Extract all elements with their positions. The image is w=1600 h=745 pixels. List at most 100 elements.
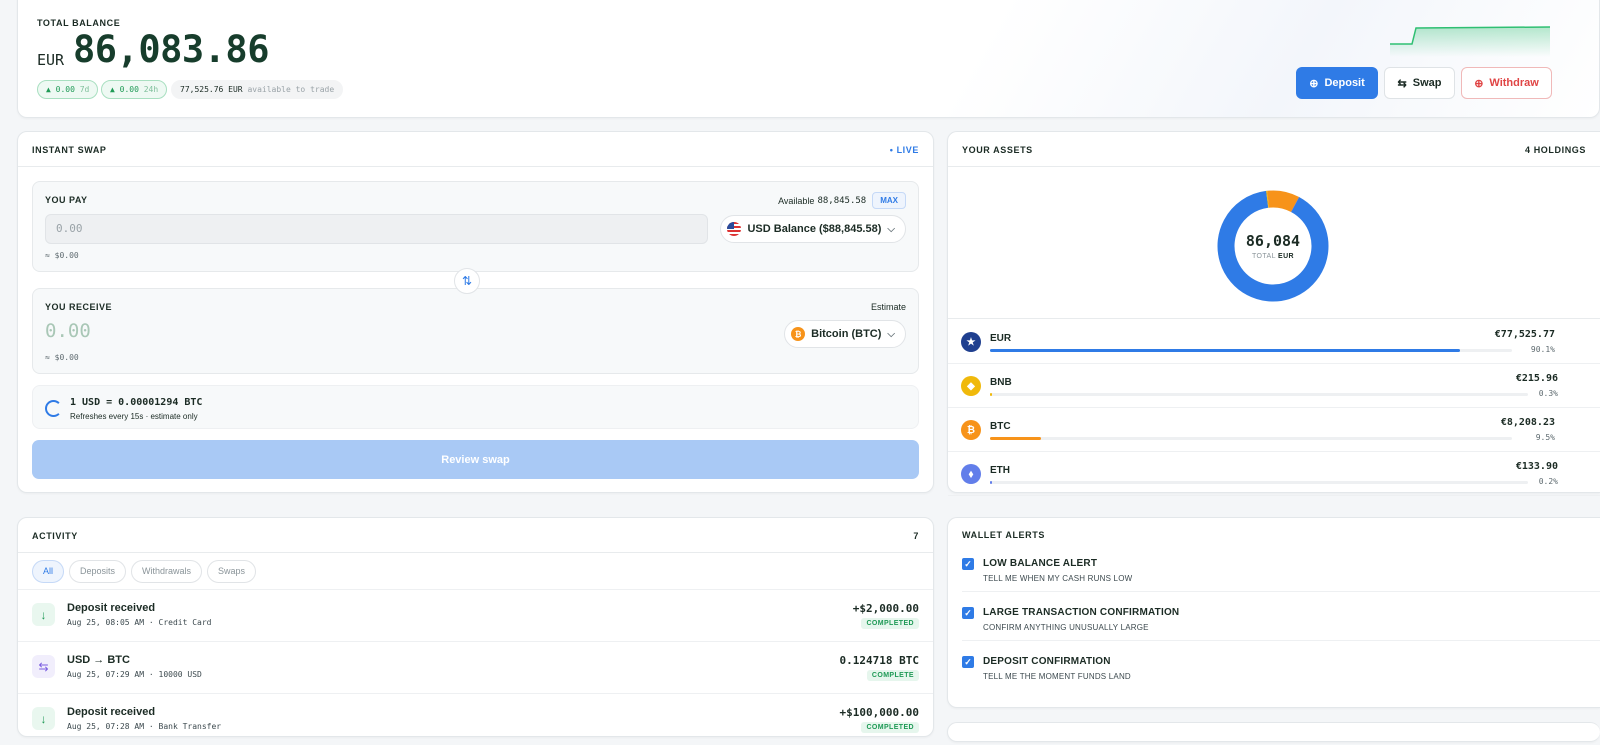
asset-row-eur[interactable]: ★ EUR €77,525.77 90.1% [948,320,1600,364]
instant-swap-title: INSTANT SWAP [32,145,107,155]
tab-swaps[interactable]: Swaps [207,560,257,583]
balance-currency: EUR [37,51,65,69]
swap-arrows-icon: ⇆ [1397,77,1407,90]
plus-circle-icon: ⊕ [1309,77,1319,90]
asset-share-fill [990,393,992,396]
holdings-count: 4 HOLDINGS [1524,145,1586,155]
euro-stars-icon: ★ [961,332,981,352]
bnb-icon: ◆ [961,376,981,396]
asset-value: €215.96 [1515,373,1558,384]
chevron-down-icon: ⌵ [887,328,895,340]
activity-header: ACTIVITY 7 [18,518,933,553]
asset-share-fill [990,349,1461,352]
asset-share-fill [990,437,1042,440]
you-pay-title: YOU PAY [45,195,88,205]
chevron-down-icon: ⌵ [887,223,895,235]
flip-swap-direction-icon[interactable]: ⇅ [454,268,480,294]
arrow-down-icon: ↓ [32,707,55,730]
tab-all[interactable]: All [32,560,65,583]
checkbox-checked[interactable]: ✓ [962,656,974,668]
allocation-donut-section: 86,084 TOTAL EUR [948,167,1600,319]
review-swap-button[interactable]: Review swap [32,440,919,479]
max-button[interactable]: MAX [872,192,906,209]
arrow-down-icon: ↓ [32,603,55,626]
table-row[interactable]: ↓ Deposit received Aug 25, 08:05 AM · Cr… [18,589,933,641]
bitcoin-icon: ₿ [791,327,806,341]
deposit-button[interactable]: ⊕ Deposit [1296,67,1378,99]
asset-share-bar [990,393,1528,396]
alert-large-transaction: ✓ LARGE TRANSACTION CONFIRMATION CONFIRM… [962,593,1600,641]
donut-total-label: TOTAL EUR [1252,253,1294,260]
checkbox-checked[interactable]: ✓ [962,607,974,619]
arrow-up-circle-icon: ⊕ [1474,77,1484,90]
asset-row-btc[interactable]: ₿ BTC €8,208.23 9.5% [948,408,1600,452]
asset-row-bnb[interactable]: ◆ BNB €215.96 0.3% [948,364,1600,408]
status-badge: COMPLETE [866,670,919,681]
table-row[interactable]: ↓ Deposit received Aug 25, 07:28 AM · Ba… [18,693,933,745]
exchange-rate: 1 USD = 0.00001294 BTC [70,397,203,408]
activity-card: ACTIVITY 7 All Deposits Withdrawals Swap… [17,517,934,737]
live-indicator: • LIVE [889,145,919,155]
asset-percent: 0.3% [1538,389,1558,398]
estimate-label: Estimate [870,302,906,312]
swap-arrows-icon: ⇆ [32,655,55,678]
balance-sparkline [1390,26,1550,57]
withdraw-button[interactable]: ⊕ Withdraw [1461,67,1552,99]
ethereum-icon: ⬧ [961,464,981,484]
donut-center: 86,084 TOTAL EUR [1217,190,1329,302]
alert-low-balance: ✓ LOW BALANCE ALERT TELL ME WHEN MY CASH… [962,544,1600,592]
balance-label: TOTAL BALANCE [37,18,121,28]
asset-share-bar [990,481,1528,484]
pay-asset-select[interactable]: USD Balance ($88,845.58) ⌵ [720,215,906,243]
tab-withdrawals[interactable]: Withdrawals [131,560,203,583]
wallet-alerts-title: WALLET ALERTS [962,530,1045,540]
activity-count: 7 [913,531,919,541]
asset-share-bar [990,437,1512,440]
change-24h-badge: ▲ 0.00 24h [101,80,168,99]
instant-swap-card: INSTANT SWAP • LIVE YOU PAY Available 88… [17,131,934,493]
pay-usd-hint: ≈ $0.00 [45,251,79,260]
asset-name: BNB [990,377,1012,388]
donut-total-value: 86,084 [1245,232,1301,250]
asset-value: €133.90 [1515,461,1558,472]
asset-percent: 9.5% [1535,433,1555,442]
us-flag-icon [727,222,742,236]
alert-deposit-confirmation: ✓ DEPOSIT CONFIRMATION TELL ME THE MOMEN… [962,642,1600,690]
pay-amount-input[interactable]: 0.00 [45,214,708,244]
asset-percent: 0.2% [1538,477,1558,486]
exchange-rate-box: 1 USD = 0.00001294 BTC Refreshes every 1… [32,385,919,429]
asset-row-eth[interactable]: ⬧ ETH €133.90 0.2% [948,452,1600,496]
asset-value: €77,525.77 [1494,329,1555,340]
next-card-edge [947,722,1600,742]
you-receive-panel: YOU RECEIVE Estimate 0.00 ₿ Bitcoin (BTC… [32,288,919,374]
asset-percent: 90.1% [1530,345,1555,354]
your-assets-title: YOUR ASSETS [962,145,1033,155]
asset-name: EUR [990,333,1012,344]
status-badge: COMPLETED [861,618,919,629]
your-assets-header: YOUR ASSETS 4 HOLDINGS [948,132,1600,167]
balance-card: TOTAL BALANCE EUR 86,083.86 ▲ 0.00 7d ▲ … [17,0,1600,118]
change-7d-badge: ▲ 0.00 7d [37,80,99,99]
instant-swap-header: INSTANT SWAP • LIVE [18,132,933,167]
asset-name: BTC [990,421,1011,432]
you-receive-title: YOU RECEIVE [45,302,113,312]
asset-share-fill [990,481,992,484]
table-row[interactable]: ⇆ USD → BTC Aug 25, 07:29 AM · 10000 USD… [18,641,933,693]
rate-note: Refreshes every 15s · estimate only [70,412,198,421]
receive-usd-hint: ≈ $0.00 [45,353,79,362]
receive-asset-select[interactable]: ₿ Bitcoin (BTC) ⌵ [784,320,906,348]
bitcoin-icon: ₿ [961,420,981,440]
wallet-alerts-card: WALLET ALERTS ✓ LOW BALANCE ALERT TELL M… [947,517,1600,708]
your-assets-card: YOUR ASSETS 4 HOLDINGS 86,084 TOTAL EUR … [947,131,1600,496]
balance-amount: 86,083.86 [73,28,269,71]
available-balance: Available 88,845.58 MAX [778,192,906,209]
activity-title: ACTIVITY [32,531,78,541]
swap-button[interactable]: ⇆ Swap [1384,67,1455,99]
available-to-trade-badge: 77,525.76 EUR available to trade [171,80,344,99]
receive-amount: 0.00 [45,320,91,342]
asset-name: ETH [990,465,1010,476]
tab-deposits[interactable]: Deposits [69,560,127,583]
refresh-spinner-icon [45,400,62,417]
asset-share-bar [990,349,1512,352]
checkbox-checked[interactable]: ✓ [962,558,974,570]
